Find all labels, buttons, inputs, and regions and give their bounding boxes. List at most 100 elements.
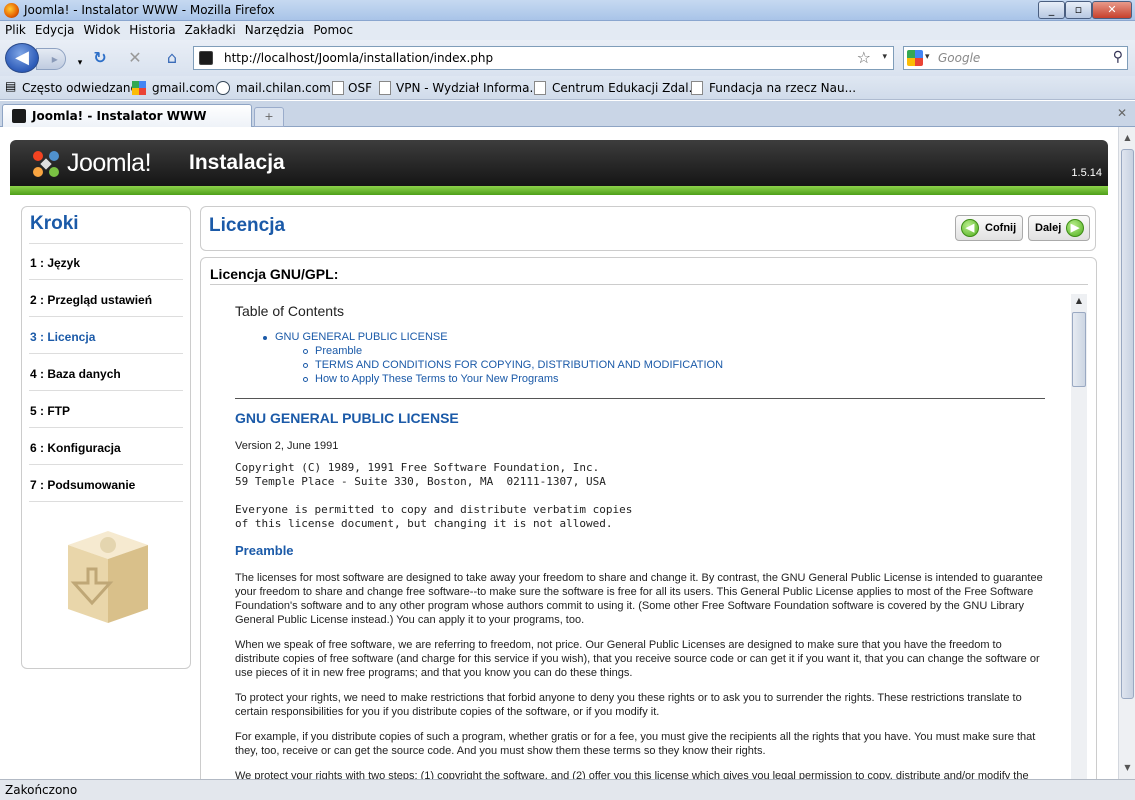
- menu-widok[interactable]: Widok: [78, 21, 124, 37]
- bookmark-star-icon[interactable]: ☆: [857, 48, 871, 67]
- tab-bar: Joomla! - Instalator WWW + ✕: [0, 101, 1135, 127]
- gpl-version: Version 2, June 1991: [235, 440, 339, 452]
- close-button[interactable]: ✕: [1092, 1, 1132, 19]
- menu-zakladki[interactable]: Zakładki: [180, 21, 240, 37]
- preamble-paragraph: To protect your rights, we need to make …: [235, 692, 1022, 718]
- page-viewport: Joomla! Instalacja 1.5.14 Kroki 1 : Języ…: [0, 127, 1118, 779]
- tab-close-icon[interactable]: ✕: [1117, 106, 1131, 120]
- scroll-down-icon[interactable]: ▼: [1121, 761, 1134, 775]
- bookmark-centrum[interactable]: Centrum Edukacji Zdal...: [552, 81, 700, 95]
- preamble-paragraph: The licenses for most software are desig…: [235, 572, 1043, 626]
- header-green-stripe: [10, 186, 1108, 195]
- page-title: Licencja: [209, 215, 286, 236]
- tab-label: Joomla! - Instalator WWW: [32, 109, 207, 123]
- divider: [29, 243, 183, 244]
- steps-heading: Kroki: [30, 213, 79, 234]
- steps-sidebar: Kroki 1 : Język 2 : Przegląd ustawień 3 …: [21, 206, 191, 669]
- bookmark-often-visited[interactable]: Często odwiedzane: [22, 81, 138, 95]
- back-step-label: Cofnij: [985, 222, 1017, 234]
- divider: [29, 279, 183, 280]
- bullet-icon: [303, 377, 308, 382]
- forward-button[interactable]: ▸: [36, 48, 66, 70]
- install-box-icon: [68, 531, 148, 623]
- minimize-button[interactable]: _: [1038, 1, 1065, 19]
- step-baza-danych: 4 : Baza danych: [30, 367, 121, 381]
- scroll-up-icon[interactable]: ▲: [1071, 296, 1087, 305]
- bookmark-vpn[interactable]: VPN - Wydział Informa...: [396, 81, 541, 95]
- menu-historia[interactable]: Historia: [124, 21, 179, 37]
- toc-title: Table of Contents: [235, 303, 344, 319]
- bullet-icon: [303, 363, 308, 368]
- reload-icon[interactable]: ↻: [90, 49, 110, 67]
- bookmark-osf[interactable]: OSF: [348, 81, 372, 95]
- preamble-paragraph: For example, if you distribute copies of…: [235, 731, 1036, 757]
- gpl-permission: Everyone is permitted to copy and distri…: [235, 503, 633, 530]
- toc-link-terms[interactable]: TERMS AND CONDITIONS FOR COPYING, DISTRI…: [315, 359, 723, 371]
- search-placeholder: Google: [938, 51, 981, 65]
- history-dropdown-icon[interactable]: ▾: [70, 54, 90, 72]
- license-heading: Licencja GNU/GPL:: [210, 266, 339, 282]
- bookmark-gmail[interactable]: gmail.com: [152, 81, 215, 95]
- window-title: Joomla! - Instalator WWW - Mozilla Firef…: [24, 3, 275, 17]
- back-button[interactable]: ◀: [5, 43, 39, 73]
- divider: [29, 427, 183, 428]
- gpl-heading: GNU GENERAL PUBLIC LICENSE: [235, 410, 459, 426]
- joomla-header: Joomla! Instalacja 1.5.14: [10, 140, 1108, 190]
- address-bar[interactable]: http://localhost/Joomla/installation/ind…: [193, 46, 894, 70]
- divider: [210, 284, 1088, 285]
- bookmarks-toolbar: ▤ Często odwiedzane gmail.com mail.chila…: [0, 76, 1135, 100]
- menu-edycja[interactable]: Edycja: [30, 21, 79, 37]
- scroll-up-icon[interactable]: ▲: [1121, 131, 1134, 145]
- search-icon[interactable]: ⚲: [1113, 49, 1123, 65]
- new-tab-button[interactable]: +: [254, 107, 284, 127]
- url-dropdown-icon[interactable]: ▾: [882, 52, 887, 62]
- toc-link-gpl[interactable]: GNU GENERAL PUBLIC LICENSE: [275, 331, 448, 343]
- maximize-button[interactable]: ▫: [1065, 1, 1092, 19]
- step-podsumowanie: 7 : Podsumowanie: [30, 478, 136, 492]
- license-header-panel: Licencja ◀ Cofnij Dalej ▶: [200, 206, 1096, 251]
- joomla-brand: Joomla!: [67, 149, 152, 177]
- page-icon: [332, 81, 344, 95]
- menu-pomoc[interactable]: Pomoc: [308, 21, 357, 37]
- tab-joomla[interactable]: Joomla! - Instalator WWW: [2, 104, 252, 127]
- installer-title: Instalacja: [189, 151, 285, 174]
- divider: [29, 316, 183, 317]
- status-bar: Zakończono: [0, 779, 1135, 800]
- menu-plik[interactable]: Plik: [0, 21, 30, 37]
- next-step-button[interactable]: Dalej ▶: [1028, 215, 1090, 241]
- divider: [29, 353, 183, 354]
- toc-link-how-to[interactable]: How to Apply These Terms to Your New Pro…: [315, 373, 559, 385]
- page-scrollbar[interactable]: ▲ ▼: [1118, 127, 1135, 779]
- license-text-frame[interactable]: Table of Contents GNU GENERAL PUBLIC LIC…: [210, 290, 1070, 779]
- bookmark-fundacja[interactable]: Fundacja na rzecz Nau...: [709, 81, 856, 95]
- status-text: Zakończono: [5, 783, 78, 797]
- page-icon: [379, 81, 391, 95]
- step-ftp: 5 : FTP: [30, 404, 71, 418]
- divider: [29, 464, 183, 465]
- license-scrollbar[interactable]: ▲: [1071, 294, 1087, 779]
- divider: [235, 398, 1045, 399]
- license-scroll-thumb[interactable]: [1072, 312, 1086, 387]
- mail-chilan-icon: [216, 81, 230, 95]
- browser-window: Joomla! - Instalator WWW - Mozilla Firef…: [0, 0, 1135, 800]
- arrow-left-icon: ◀: [961, 219, 979, 237]
- menu-bar: Plik Edycja Widok Historia Zakładki Narzędzia…: [0, 21, 1135, 40]
- joomla-version: 1.5.14: [1071, 167, 1102, 179]
- divider: [29, 390, 183, 391]
- step-licencja: 3 : Licencja: [30, 330, 96, 344]
- engine-dropdown-icon[interactable]: ▾: [925, 52, 930, 62]
- home-icon[interactable]: ⌂: [162, 49, 182, 67]
- search-bar[interactable]: ▾ Google ⚲: [903, 46, 1128, 70]
- address-url: http://localhost/Joomla/installation/ind…: [224, 51, 494, 65]
- arrow-right-icon: ▶: [1066, 219, 1084, 237]
- step-konfiguracja: 6 : Konfiguracja: [30, 441, 121, 455]
- page-scroll-thumb[interactable]: [1121, 149, 1134, 699]
- joomla-logo-icon: [33, 151, 59, 177]
- toc-link-preamble[interactable]: Preamble: [315, 345, 362, 357]
- stop-icon[interactable]: ✕: [125, 49, 145, 67]
- menu-narzedzia[interactable]: Narzędzia: [240, 21, 309, 37]
- google-engine-icon[interactable]: [907, 50, 923, 66]
- back-step-button[interactable]: ◀ Cofnij: [955, 215, 1023, 241]
- divider: [29, 501, 183, 502]
- bookmark-mail-chilan[interactable]: mail.chilan.com: [236, 81, 331, 95]
